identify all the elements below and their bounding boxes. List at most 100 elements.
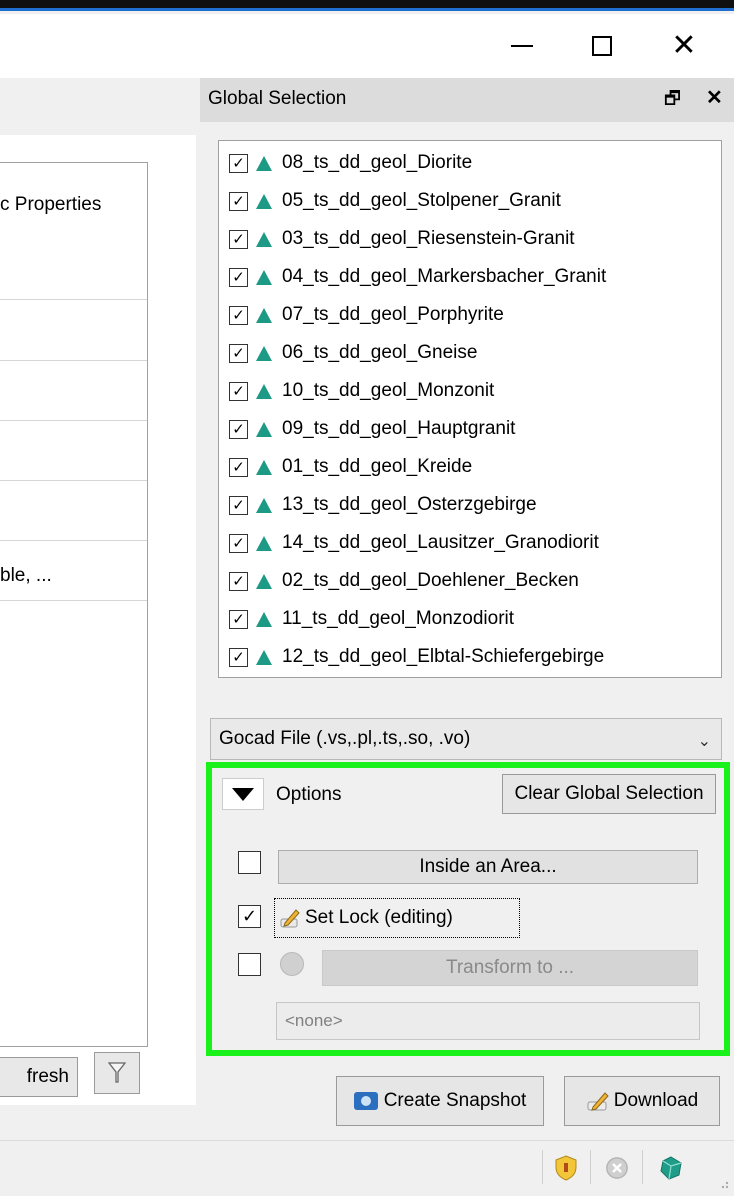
surface-icon [256,155,272,171]
minimize-button[interactable] [492,14,552,78]
list-item[interactable]: ✓ 06_ts_dd_geol_Gneise [229,335,477,371]
layer-label: 09_ts_dd_geol_Hauptgranit [282,418,516,439]
list-item[interactable]: ✓ 12_ts_dd_geol_Elbtal-Schiefergebirge [229,639,604,675]
resize-grip-icon[interactable] [716,1170,730,1190]
window-top-border [0,0,734,11]
maximize-icon [592,36,612,56]
layer-checkbox[interactable]: ✓ [229,381,248,401]
list-item[interactable]: ✓ 11_ts_dd_geol_Monzodiorit [229,601,514,637]
minimize-icon [511,45,533,47]
layer-label: 06_ts_dd_geol_Gneise [282,342,478,363]
camera-icon [353,1092,378,1110]
close-icon: ✕ [671,28,697,63]
table-row-divider [0,540,147,541]
layer-list[interactable]: ✓ 08_ts_dd_geol_Diorite ✓ 05_ts_dd_geol_Sto… [218,140,722,678]
layer-label: 04_ts_dd_geol_Markersbacher_Granit [282,266,607,287]
inside-area-button[interactable]: Inside an Area... [278,850,698,884]
maximize-button[interactable] [572,14,632,78]
options-toggle-button[interactable] [222,778,264,810]
download-button[interactable]: Download [564,1076,720,1126]
layer-checkbox[interactable]: ✓ [229,609,248,629]
surface-icon [256,307,272,323]
set-lock-label: Set Lock (editing) [305,907,453,928]
download-label: Download [613,1090,699,1111]
filter-icon [108,1062,126,1083]
layer-checkbox[interactable]: ✓ [229,495,248,515]
transform-checkbox[interactable] [238,953,261,976]
layer-checkbox[interactable]: ✓ [229,153,248,173]
layer-label: 11_ts_dd_geol_Monzodiorit [282,608,515,629]
properties-table [0,162,148,1047]
filter-button[interactable] [94,1052,140,1094]
globe-icon [280,952,304,976]
table-row-divider [0,480,147,481]
set-lock-button[interactable]: Set Lock (editing) [274,898,520,938]
options-label: Options [276,784,342,805]
surface-icon [256,535,272,551]
transform-to-button[interactable]: Transform to ... [322,950,698,986]
layer-label: 07_ts_dd_geol_Porphyrite [282,304,504,325]
layer-label: 12_ts_dd_geol_Elbtal-Schiefergebirge [282,646,605,667]
refresh-button[interactable]: fresh [0,1057,78,1097]
surface-icon [256,383,272,399]
list-item[interactable]: ✓ 05_ts_dd_geol_Stolpener_Granit [229,183,561,219]
surface-icon [256,345,272,361]
cube-icon[interactable] [658,1155,682,1181]
surface-icon [256,193,272,209]
stop-icon[interactable] [606,1157,628,1179]
dock-close-icon[interactable]: ✕ [706,85,723,110]
inside-area-checkbox[interactable] [238,851,261,874]
pencil-download-icon [587,1092,609,1111]
clear-global-selection-button[interactable]: Clear Global Selection [502,774,716,814]
layer-checkbox[interactable]: ✓ [229,229,248,249]
create-snapshot-button[interactable]: Create Snapshot [336,1076,544,1126]
format-select-value: Gocad File (.vs,.pl,.ts,.so, .vo) [219,728,471,749]
surface-icon [256,649,272,665]
list-item[interactable]: ✓ 02_ts_dd_geol_Doehlener_Becken [229,563,579,599]
surface-icon [256,611,272,627]
layer-checkbox[interactable]: ✓ [229,457,248,477]
layer-checkbox[interactable]: ✓ [229,305,248,325]
status-bar-divider [0,1140,734,1141]
layer-label: 14_ts_dd_geol_Lausitzer_Granodiorit [282,532,599,553]
create-snapshot-label: Create Snapshot [383,1090,527,1111]
surface-icon [256,231,272,247]
triangle-down-icon [232,787,254,801]
list-item[interactable]: ✓ 09_ts_dd_geol_Hauptgranit [229,411,515,447]
layer-label: 08_ts_dd_geol_Diorite [282,152,473,173]
set-lock-checkbox[interactable]: ✓ [238,905,261,928]
layer-checkbox[interactable]: ✓ [229,191,248,211]
list-item[interactable]: ✓ 14_ts_dd_geol_Lausitzer_Granodiorit [229,525,599,561]
float-icon[interactable]: 🗗 [664,86,681,116]
close-window-button[interactable]: ✕ [654,14,714,78]
layer-checkbox[interactable]: ✓ [229,267,248,287]
layer-label: 13_ts_dd_geol_Osterzgebirge [282,494,537,515]
layer-label: 03_ts_dd_geol_Riesenstein-Granit [282,228,575,249]
table-row-divider [0,420,147,421]
layer-checkbox[interactable]: ✓ [229,647,248,667]
list-item[interactable]: ✓ 03_ts_dd_geol_Riesenstein-Granit [229,221,575,257]
list-item[interactable]: ✓ 01_ts_dd_geol_Kreide [229,449,472,485]
shield-icon[interactable] [554,1155,578,1181]
layer-checkbox[interactable]: ✓ [229,343,248,363]
list-item[interactable]: ✓ 04_ts_dd_geol_Markersbacher_Granit [229,259,606,295]
layer-checkbox[interactable]: ✓ [229,533,248,553]
list-item[interactable]: ✓ 13_ts_dd_geol_Osterzgebirge [229,487,537,523]
list-item[interactable]: ✓ 10_ts_dd_geol_Monzonit [229,373,494,409]
table-row-divider [0,299,147,300]
table-cell-text[interactable]: ble, ... [0,565,52,587]
surface-icon [256,459,272,475]
list-item[interactable]: ✓ 07_ts_dd_geol_Porphyrite [229,297,504,333]
status-separator [542,1150,543,1184]
list-item[interactable]: ✓ 08_ts_dd_geol_Diorite [229,145,472,181]
layer-checkbox[interactable]: ✓ [229,419,248,439]
crs-field[interactable]: <none> [276,1002,700,1040]
layer-checkbox[interactable]: ✓ [229,571,248,591]
inside-area-label: Inside an Area... [419,856,557,877]
status-separator [590,1150,591,1184]
layer-label: 10_ts_dd_geol_Monzonit [282,380,495,401]
format-select[interactable]: Gocad File (.vs,.pl,.ts,.so, .vo) ⌄ [210,718,722,760]
status-separator [642,1150,643,1184]
layer-label: 05_ts_dd_geol_Stolpener_Granit [282,190,561,211]
surface-icon [256,421,272,437]
